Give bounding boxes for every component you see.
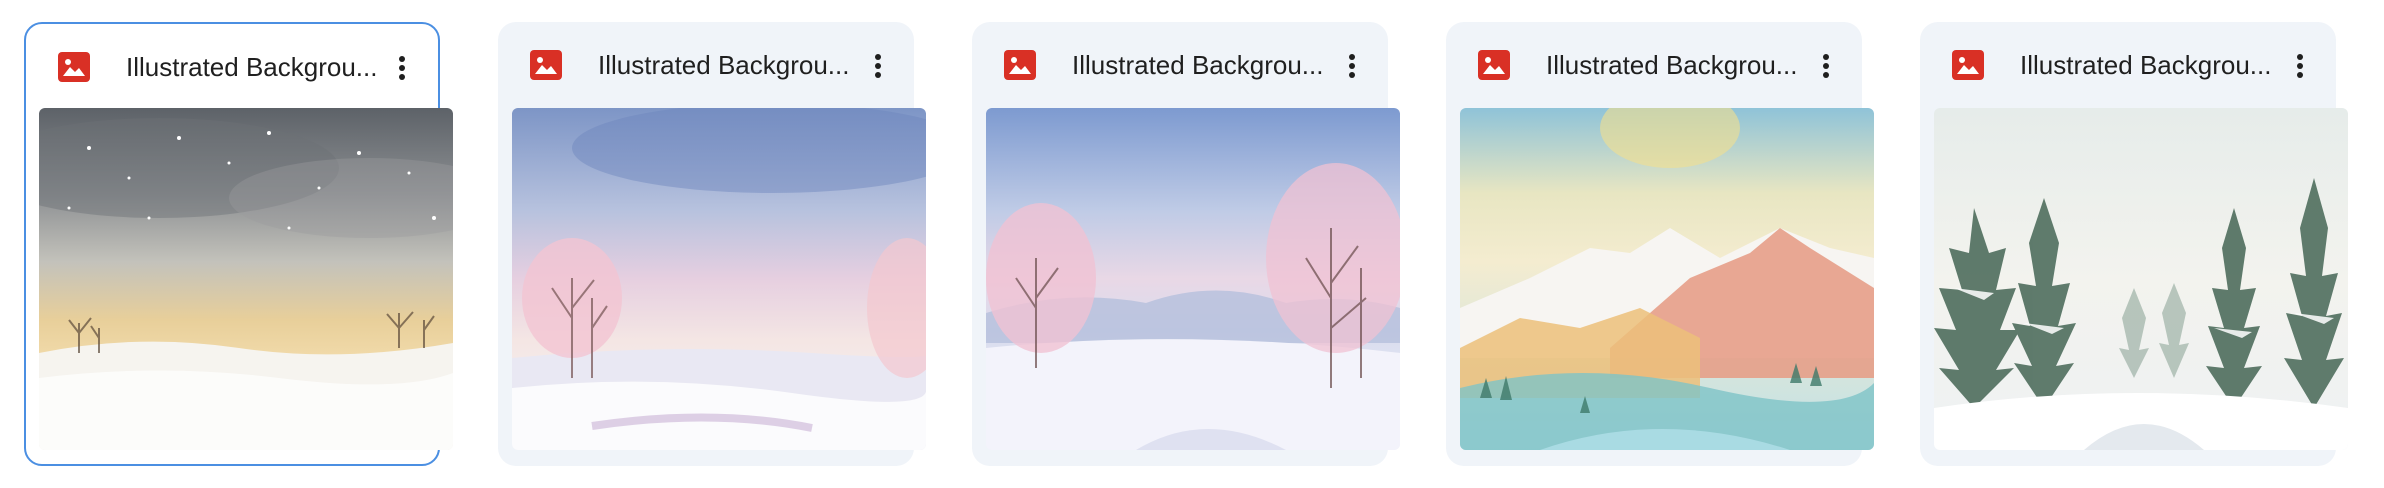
image-file-icon (58, 52, 90, 82)
file-card[interactable]: Illustrated Backgrou... (498, 22, 926, 466)
more-options-icon[interactable] (1332, 46, 1372, 86)
file-thumbnail[interactable] (986, 108, 1400, 450)
more-options-icon[interactable] (382, 48, 422, 88)
file-card-header: Illustrated Backgrou... (972, 22, 1388, 108)
file-card-header: Illustrated Backgrou... (1920, 22, 2336, 108)
file-card[interactable]: Illustrated Backgrou... (1446, 22, 1874, 466)
thumbnail-image (1934, 108, 2348, 450)
thumbnail-image (39, 108, 453, 450)
more-options-icon[interactable] (2280, 46, 2320, 86)
thumbnail-image (986, 108, 1400, 450)
file-thumbnail[interactable] (1460, 108, 1874, 450)
file-card[interactable]: Illustrated Backgrou... (24, 22, 453, 466)
image-file-icon (1478, 50, 1510, 80)
file-title[interactable]: Illustrated Backgrou... (2020, 49, 2290, 81)
file-card-header: Illustrated Backgrou... (26, 24, 438, 110)
image-file-icon (530, 50, 562, 80)
file-thumbnail[interactable] (512, 108, 926, 450)
image-file-icon (1952, 50, 1984, 80)
thumbnail-image (1460, 108, 1874, 450)
file-grid: Illustrated Backgrou... Illustrated Back… (0, 0, 2384, 488)
file-card-header: Illustrated Backgrou... (1446, 22, 1862, 108)
image-file-icon (1004, 50, 1036, 80)
file-title[interactable]: Illustrated Backgrou... (126, 51, 396, 83)
file-title[interactable]: Illustrated Backgrou... (1072, 49, 1342, 81)
file-thumbnail[interactable] (39, 108, 453, 450)
file-title[interactable]: Illustrated Backgrou... (1546, 49, 1816, 81)
file-card[interactable]: Illustrated Backgrou... (972, 22, 1400, 466)
file-card-header: Illustrated Backgrou... (498, 22, 914, 108)
file-card[interactable]: Illustrated Backgrou... (1920, 22, 2348, 466)
thumbnail-image (512, 108, 926, 450)
more-options-icon[interactable] (1806, 46, 1846, 86)
file-thumbnail[interactable] (1934, 108, 2348, 450)
file-title[interactable]: Illustrated Backgrou... (598, 49, 868, 81)
more-options-icon[interactable] (858, 46, 898, 86)
